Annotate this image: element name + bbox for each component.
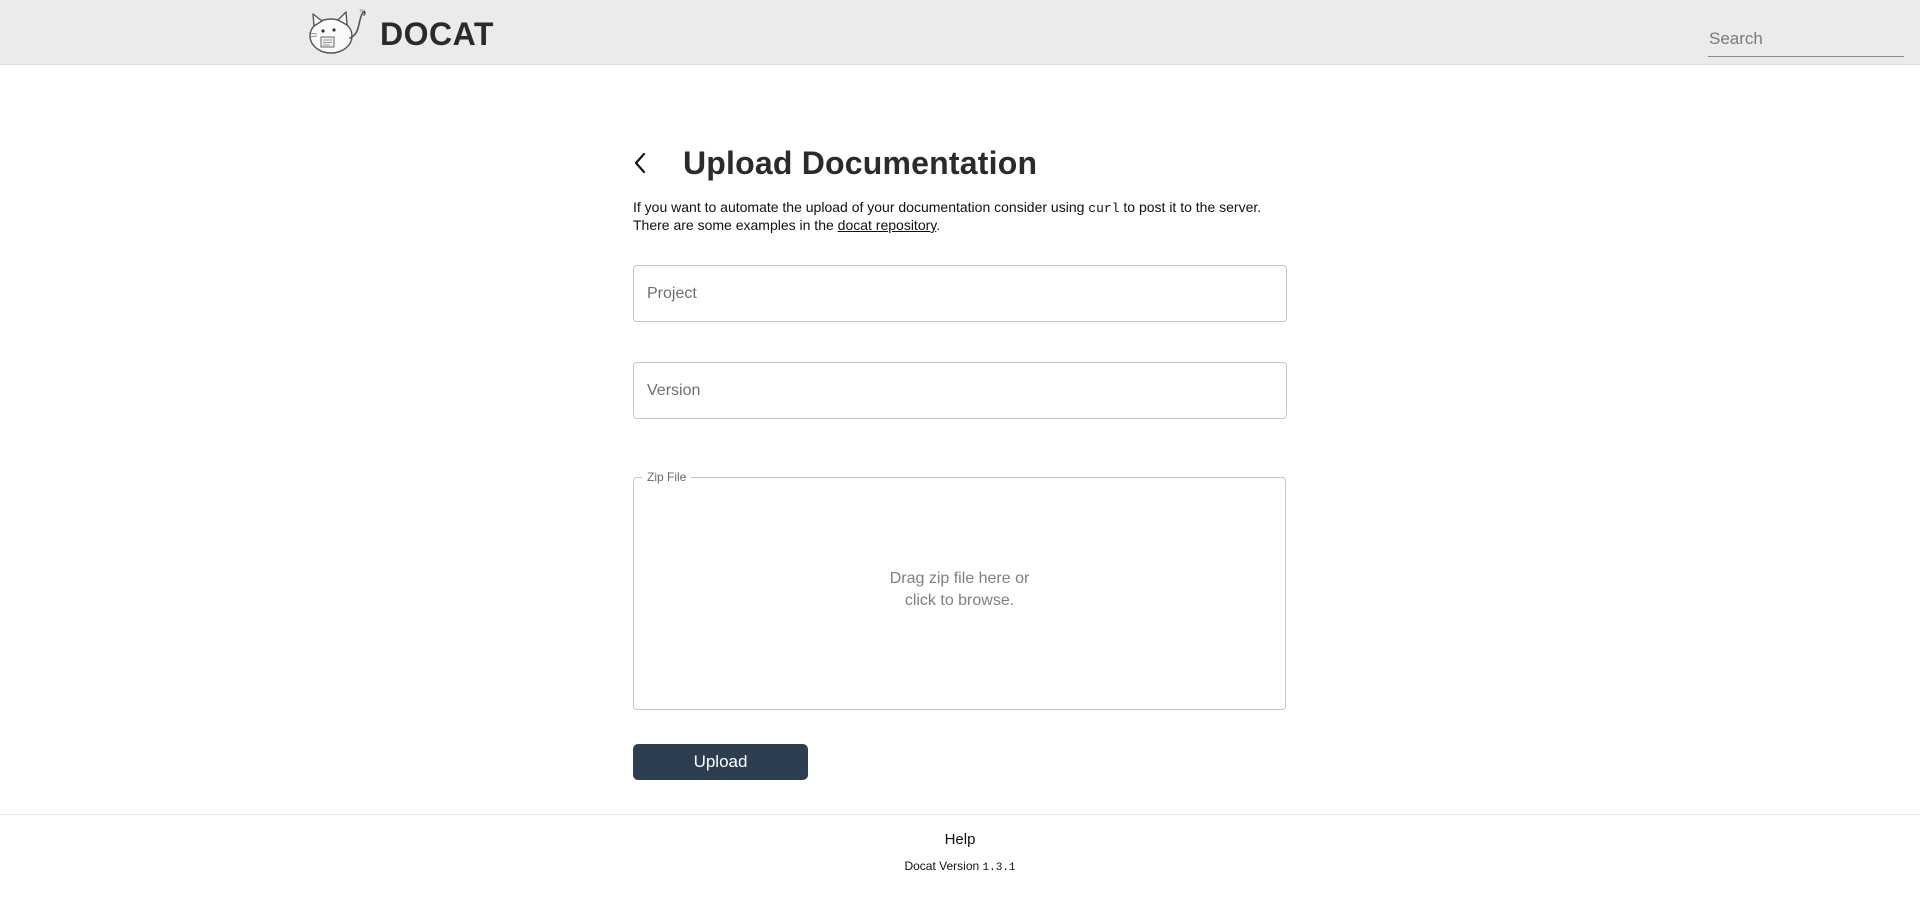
intro-text: If you want to automate the upload of yo…: [633, 199, 1287, 234]
dropzone-label: Zip File: [642, 470, 692, 484]
dropzone-line-2: click to browse.: [904, 592, 1015, 609]
app-title: DOCAT: [380, 16, 494, 52]
curl-code: curl: [1088, 201, 1120, 216]
version-label: Docat Version: [904, 859, 983, 873]
intro-text-part: to post it to the server.: [1119, 199, 1262, 215]
intro-text-part: There are some examples in the: [633, 217, 838, 233]
home-link[interactable]: TM DOCAT: [304, 6, 494, 56]
chevron-left-icon: [634, 152, 646, 174]
search-box: [1708, 24, 1904, 57]
version-info: Docat Version 1.3.1: [0, 859, 1920, 874]
page-title: Upload Documentation: [683, 144, 1038, 181]
upload-button[interactable]: Upload: [633, 744, 808, 780]
footer: Help Docat Version 1.3.1: [0, 814, 1920, 920]
intro-line-1: If you want to automate the upload of yo…: [633, 199, 1287, 217]
svg-text:TM: TM: [359, 8, 365, 13]
upload-form: Upload Documentation If you want to auto…: [633, 140, 1287, 780]
back-button[interactable]: [633, 148, 659, 178]
version-input[interactable]: [634, 363, 1286, 418]
help-link[interactable]: Help: [0, 831, 1920, 848]
dropzone-instructions: Drag zip file here or click to browse.: [634, 568, 1285, 612]
intro-text-part: If you want to automate the upload of yo…: [633, 199, 1089, 215]
version-field: [633, 362, 1287, 419]
version-number: 1.3.1: [982, 862, 1016, 874]
project-input[interactable]: [634, 266, 1286, 321]
intro-text-part: .: [936, 217, 941, 233]
intro-line-2: There are some examples in the docat rep…: [633, 217, 1287, 234]
docat-repository-link[interactable]: docat repository: [838, 217, 937, 233]
search-input[interactable]: [1708, 24, 1904, 54]
project-field: [633, 265, 1287, 322]
app-header: TM DOCAT: [0, 0, 1920, 65]
dropzone-line-1: Drag zip file here or: [889, 570, 1030, 587]
docat-cat-logo-icon: TM: [308, 8, 366, 54]
zip-file-dropzone[interactable]: Zip File Drag zip file here or click to …: [633, 470, 1286, 710]
title-row: Upload Documentation: [633, 140, 1287, 186]
